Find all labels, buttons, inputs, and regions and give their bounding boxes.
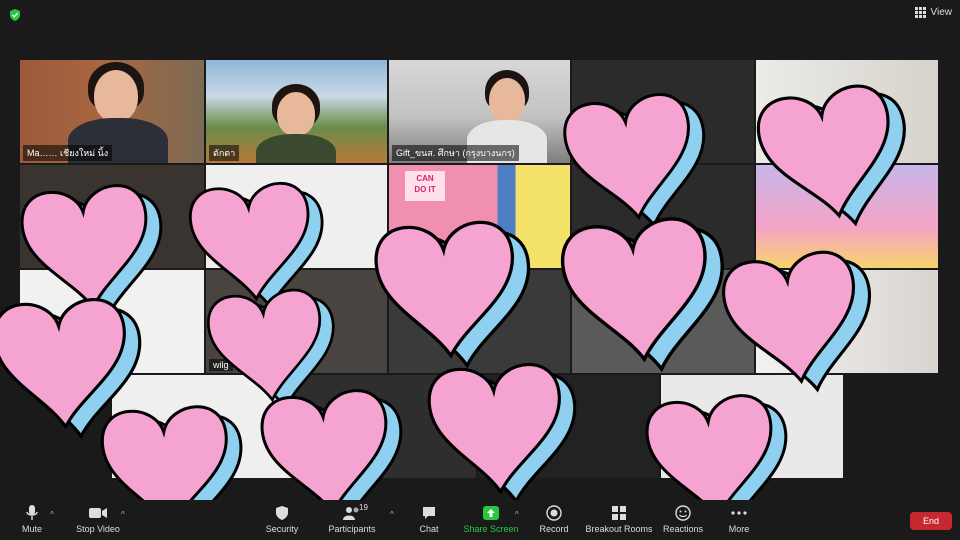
participants-label: Participants bbox=[328, 524, 376, 534]
mute-button[interactable]: Mute bbox=[0, 504, 67, 534]
stop-video-button[interactable]: Stop Video bbox=[63, 504, 133, 534]
video-tile[interactable] bbox=[756, 165, 938, 268]
poster-line-1: CAN bbox=[416, 174, 434, 183]
stop-video-label: Stop Video bbox=[76, 524, 120, 534]
video-tile[interactable] bbox=[20, 165, 204, 268]
participant-name: ตักตา bbox=[209, 145, 240, 161]
share-screen-label: Share Screen bbox=[463, 524, 519, 534]
video-tile[interactable]: CAN DO IT bbox=[389, 165, 570, 268]
can-do-it-poster: CAN DO IT bbox=[405, 171, 445, 201]
video-tile[interactable] bbox=[112, 375, 293, 478]
breakout-rooms-icon bbox=[609, 504, 629, 522]
shield-icon bbox=[272, 504, 292, 522]
video-tile[interactable]: ตักตา bbox=[206, 60, 387, 163]
breakout-rooms-label: Breakout Rooms bbox=[585, 524, 653, 534]
chat-bubble-icon bbox=[419, 504, 439, 522]
video-camera-icon bbox=[88, 504, 108, 522]
video-tile[interactable] bbox=[756, 270, 938, 373]
reactions-label: Reactions bbox=[662, 524, 704, 534]
video-tile[interactable] bbox=[295, 375, 476, 478]
smiley-icon bbox=[673, 504, 693, 522]
chat-label: Chat bbox=[419, 524, 439, 534]
more-label: More bbox=[728, 524, 750, 534]
share-screen-button[interactable]: Share Screen bbox=[456, 504, 526, 534]
mute-label: Mute bbox=[21, 524, 42, 534]
poster-line-2: DO IT bbox=[414, 185, 436, 194]
participant-name: Ma…… เชียงใหม่ นิ้ง bbox=[23, 145, 113, 161]
share-screen-icon bbox=[481, 504, 501, 522]
participants-count: 19 bbox=[359, 503, 368, 512]
video-gallery: Ma…… เชียงใหม่ นิ้ง ตักตา Gift_ขนส. ศึกษ… bbox=[0, 0, 960, 500]
participants-button[interactable]: 19 Participants bbox=[317, 503, 387, 534]
video-tile[interactable]: Ma…… เชียงใหม่ นิ้ง bbox=[20, 60, 204, 163]
video-tile[interactable] bbox=[206, 165, 387, 268]
video-tile[interactable] bbox=[389, 270, 570, 373]
end-meeting-button[interactable]: End bbox=[910, 512, 952, 530]
record-icon bbox=[544, 504, 564, 522]
meeting-toolbar: Mute ^ Stop Video ^ Security 19 Particip… bbox=[0, 500, 960, 540]
more-dots-icon bbox=[729, 504, 749, 522]
video-tile[interactable] bbox=[572, 60, 754, 163]
security-label: Security bbox=[265, 524, 299, 534]
video-options-caret[interactable]: ^ bbox=[121, 510, 125, 519]
video-tile[interactable] bbox=[20, 270, 204, 373]
video-tile[interactable]: Gift_ขนส. ศึกษา (กรุงบางนกร) bbox=[389, 60, 570, 163]
video-tile[interactable] bbox=[661, 375, 843, 478]
video-tile[interactable] bbox=[572, 165, 754, 268]
participant-name: Gift_ขนส. ศึกษา (กรุงบางนกร) bbox=[392, 145, 519, 161]
video-tile[interactable]: wilg bbox=[206, 270, 387, 373]
breakout-rooms-button[interactable]: Breakout Rooms bbox=[584, 504, 654, 534]
record-label: Record bbox=[539, 524, 569, 534]
record-button[interactable]: Record bbox=[519, 504, 589, 534]
participant-name: wilg bbox=[209, 359, 233, 371]
video-tile[interactable] bbox=[756, 60, 938, 163]
more-button[interactable]: More bbox=[704, 504, 774, 534]
participants-icon: 19 bbox=[342, 503, 368, 522]
audio-options-caret[interactable]: ^ bbox=[50, 510, 54, 519]
microphone-icon bbox=[22, 504, 42, 522]
chat-button[interactable]: Chat bbox=[394, 504, 464, 534]
security-button[interactable]: Security bbox=[247, 504, 317, 534]
video-tile[interactable] bbox=[478, 375, 659, 478]
video-tile[interactable] bbox=[572, 270, 754, 373]
